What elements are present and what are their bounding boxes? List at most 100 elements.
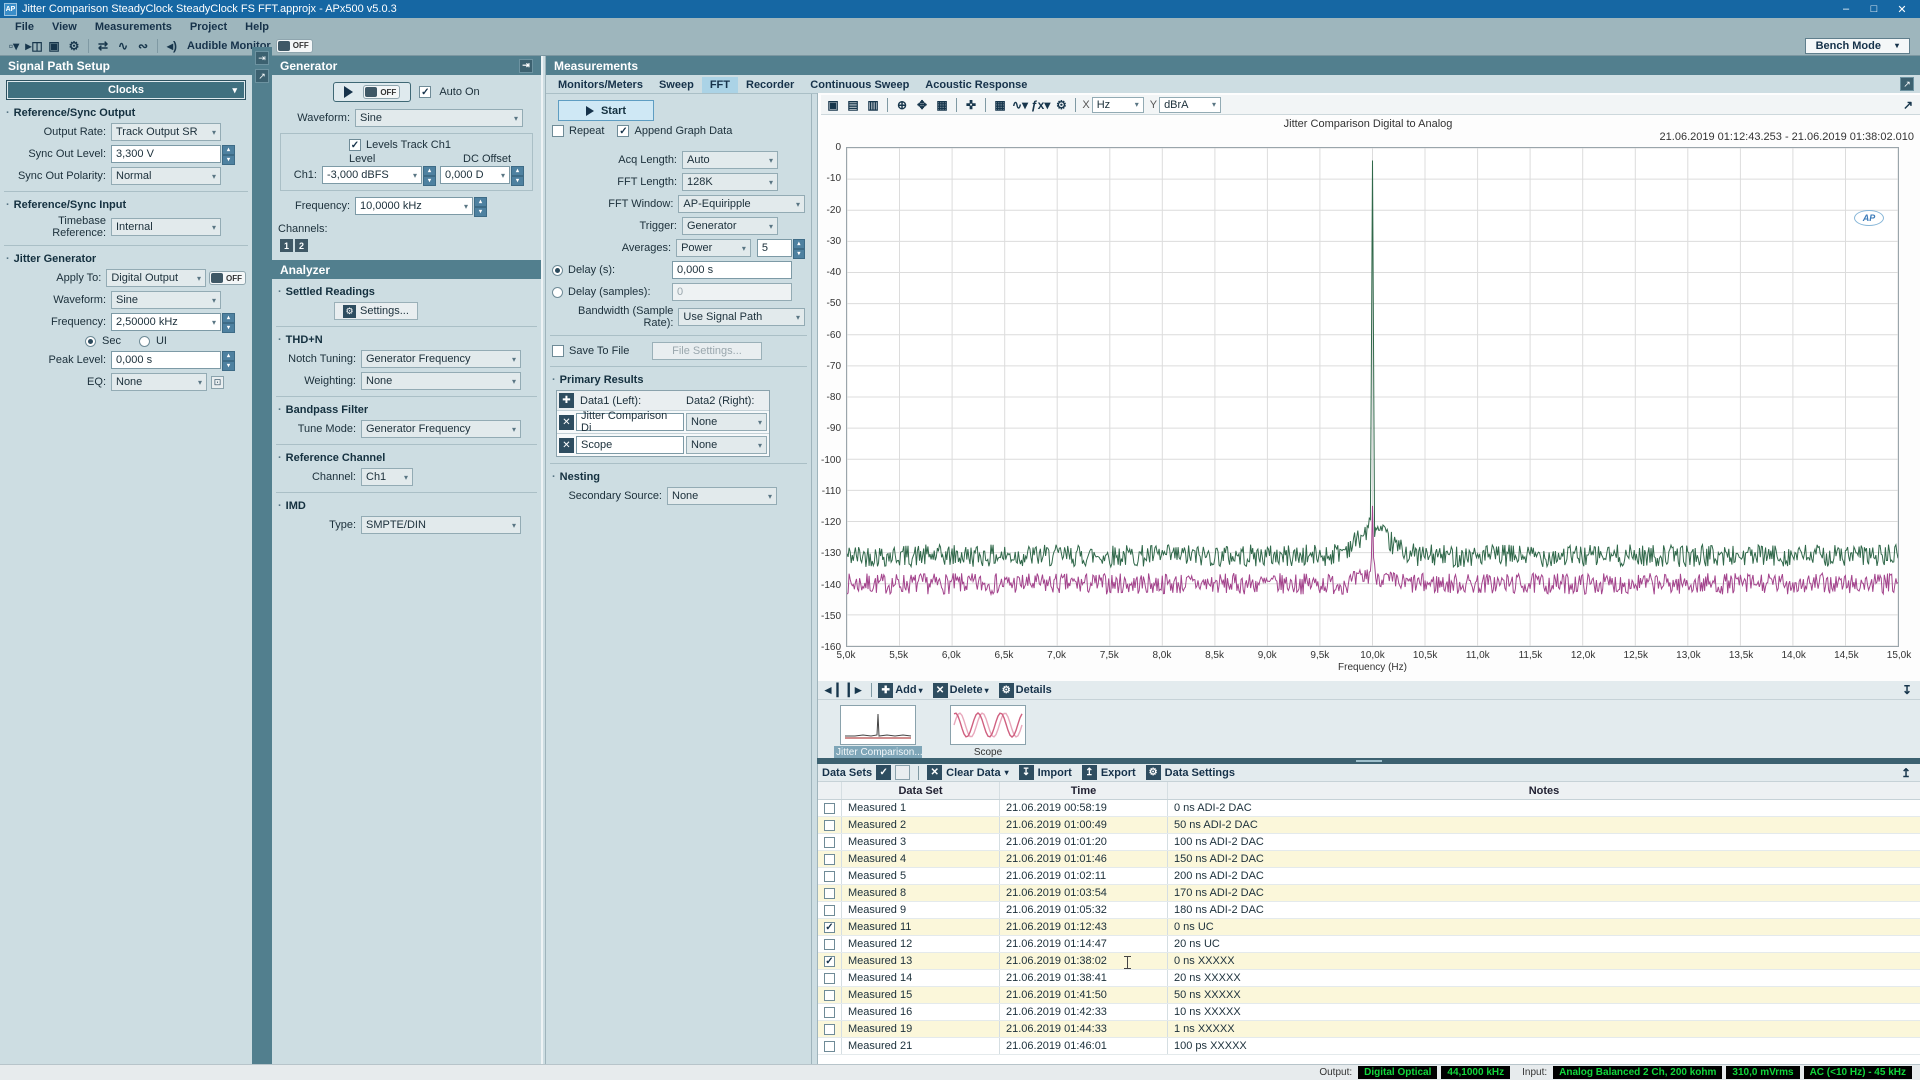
peak-level-stepper[interactable]: ▴ ▾: [222, 351, 235, 371]
clear-data-label[interactable]: Clear Data: [946, 767, 1000, 779]
bandwidth-select[interactable]: Use Signal Path ▾: [678, 308, 805, 326]
column-notes[interactable]: Notes: [1168, 782, 1920, 799]
remove-result-icon[interactable]: ✕: [559, 414, 574, 430]
details-label[interactable]: Details: [1016, 684, 1052, 696]
result-name-input[interactable]: Scope: [576, 436, 684, 454]
dataset-row[interactable]: Measured 4 21.06.2019 01:01:46 150 ns ADI-…: [818, 851, 1920, 868]
delete-graph-label[interactable]: Delete: [950, 684, 983, 696]
fft-length-select[interactable]: 128K ▾: [682, 173, 778, 191]
tune-mode-select[interactable]: Generator Frequency ▾: [361, 420, 521, 438]
audible-monitor-toggle[interactable]: OFF: [275, 38, 313, 53]
dc-offset-stepper[interactable]: ▴ ▾: [511, 166, 524, 186]
dataset-row[interactable]: Measured 19 21.06.2019 01:44:33 1 ns XXXXX: [818, 1021, 1920, 1038]
ui-radio[interactable]: [138, 335, 150, 347]
popout-graph-icon[interactable]: ↗: [1899, 97, 1917, 113]
dataset-checkbox[interactable]: [824, 887, 835, 899]
details-gear-icon[interactable]: ⚙: [998, 682, 1014, 698]
dataset-checkbox[interactable]: [824, 836, 835, 848]
first-graph-icon[interactable]: ◄┃: [822, 682, 841, 698]
sync-out-polarity-select[interactable]: Normal ▾: [111, 167, 221, 185]
dc-offset-combo[interactable]: 0,000 D ▾: [440, 166, 510, 184]
tab-continuous-sweep[interactable]: Continuous Sweep: [802, 77, 917, 93]
delay-s-input[interactable]: 0,000 s: [672, 261, 792, 279]
dataset-checkbox[interactable]: [824, 938, 835, 950]
open-project-icon[interactable]: ▸◫: [25, 38, 43, 54]
fft-window-select[interactable]: AP-Equiripple ▾: [678, 195, 805, 213]
dataset-row[interactable]: Measured 2 21.06.2019 01:00:49 50 ns ADI-2…: [818, 817, 1920, 834]
clear-data-icon[interactable]: ✕: [927, 765, 943, 780]
pan-icon[interactable]: ✜: [962, 97, 980, 113]
eq-select[interactable]: None ▾: [111, 373, 207, 391]
sweep-icon[interactable]: ∾: [134, 38, 152, 54]
menu-view[interactable]: View: [43, 21, 86, 33]
generator-on-off-button[interactable]: OFF: [333, 82, 412, 102]
export-icon[interactable]: ↥: [1081, 765, 1097, 780]
dataset-row[interactable]: Measured 3 21.06.2019 01:01:20 100 ns ADI-…: [818, 834, 1920, 851]
data-table-icon[interactable]: ▦: [991, 97, 1009, 113]
cursors-icon[interactable]: ∿▾: [1011, 97, 1029, 113]
menu-file[interactable]: File: [6, 21, 43, 33]
dataset-checkbox[interactable]: [824, 972, 835, 984]
last-graph-icon[interactable]: ┃►: [845, 682, 864, 698]
add-result-icon[interactable]: ✚: [559, 393, 574, 408]
clocks-selector[interactable]: Clocks ▾: [6, 80, 246, 100]
eq-browse-icon[interactable]: ⊡: [211, 375, 224, 389]
bench-mode-button[interactable]: Bench Mode ▾: [1804, 37, 1910, 54]
menu-project[interactable]: Project: [181, 21, 236, 33]
dataset-checkbox[interactable]: [824, 853, 835, 865]
delete-graph-icon[interactable]: ✕: [932, 682, 948, 698]
delay-samples-input[interactable]: 0: [672, 283, 792, 301]
dataset-row[interactable]: Measured 12 21.06.2019 01:14:47 20 ns UC: [818, 936, 1920, 953]
graph-settings-icon[interactable]: ⚙: [1052, 97, 1070, 113]
check-all-icon[interactable]: ✓: [876, 765, 892, 780]
maximize-button[interactable]: □: [1860, 3, 1888, 16]
result-right-select[interactable]: None ▾: [686, 413, 767, 431]
dataset-checkbox[interactable]: [824, 802, 835, 814]
dataset-checkbox[interactable]: [824, 989, 835, 1001]
thumbnail-fft[interactable]: Jitter Comparison...: [834, 703, 922, 759]
dataset-row[interactable]: Measured 14 21.06.2019 01:38:41 20 ns XXXX…: [818, 970, 1920, 987]
tab-monitors-meters[interactable]: Monitors/Meters: [550, 77, 651, 93]
ref-channel-select[interactable]: Ch1 ▾: [361, 468, 413, 486]
collapse-datasets-icon[interactable]: ↥: [1897, 765, 1915, 781]
save-to-file-checkbox[interactable]: [552, 345, 564, 357]
result-right-select[interactable]: None ▾: [686, 436, 767, 454]
secondary-source-select[interactable]: None ▾: [667, 487, 777, 505]
tab-sweep[interactable]: Sweep: [651, 77, 702, 93]
derived-result-fx-icon[interactable]: ƒx▾: [1031, 97, 1050, 113]
data-settings-gear-icon[interactable]: ⚙: [1145, 765, 1161, 780]
generator-collapse-icon[interactable]: ⇥: [519, 58, 533, 73]
sync-out-level-stepper[interactable]: ▴ ▾: [222, 145, 235, 165]
dataset-checkbox[interactable]: [824, 819, 835, 831]
timebase-reference-select[interactable]: Internal ▾: [111, 218, 221, 236]
jitter-waveform-select[interactable]: Sine ▾: [111, 291, 221, 309]
save-icon[interactable]: ▣: [45, 38, 63, 54]
add-graph-label[interactable]: Add: [895, 684, 916, 696]
levels-track-checkbox[interactable]: ✓: [349, 139, 361, 151]
gen-waveform-select[interactable]: Sine ▾: [355, 109, 523, 127]
jitter-generator-toggle[interactable]: OFF: [209, 271, 246, 285]
zoom-icon[interactable]: ⊕: [893, 97, 911, 113]
dataset-checkbox[interactable]: [824, 1023, 835, 1035]
column-time[interactable]: Time: [1000, 782, 1168, 799]
averages-select[interactable]: Power ▾: [676, 239, 751, 257]
signal-path-icon[interactable]: ⇄: [94, 38, 112, 54]
close-button[interactable]: ✕: [1888, 3, 1916, 16]
result-name-input[interactable]: Jitter Comparison Di: [576, 410, 684, 434]
settings-gear-icon[interactable]: ⚙: [65, 38, 83, 54]
auto-on-checkbox[interactable]: ✓: [419, 86, 432, 98]
add-graph-icon[interactable]: ✚: [878, 682, 894, 698]
uncheck-all-icon[interactable]: [895, 765, 911, 780]
dataset-checkbox[interactable]: [824, 870, 835, 882]
ch1-level-stepper[interactable]: ▴ ▾: [423, 166, 436, 186]
import-label[interactable]: Import: [1038, 767, 1072, 779]
tab-fft[interactable]: FFT: [701, 77, 738, 93]
imd-type-select[interactable]: SMPTE/DIN ▾: [361, 516, 521, 534]
column-data-set[interactable]: Data Set: [842, 782, 1000, 799]
sine-generator-icon[interactable]: ∿: [114, 38, 132, 54]
channel-button-1[interactable]: 1: [280, 239, 293, 252]
ch1-level-combo[interactable]: -3,000 dBFS ▾: [322, 166, 422, 184]
averages-count-input[interactable]: 5: [756, 239, 792, 257]
weighting-select[interactable]: None ▾: [361, 372, 521, 390]
gen-frequency-stepper[interactable]: ▴ ▾: [474, 197, 487, 217]
